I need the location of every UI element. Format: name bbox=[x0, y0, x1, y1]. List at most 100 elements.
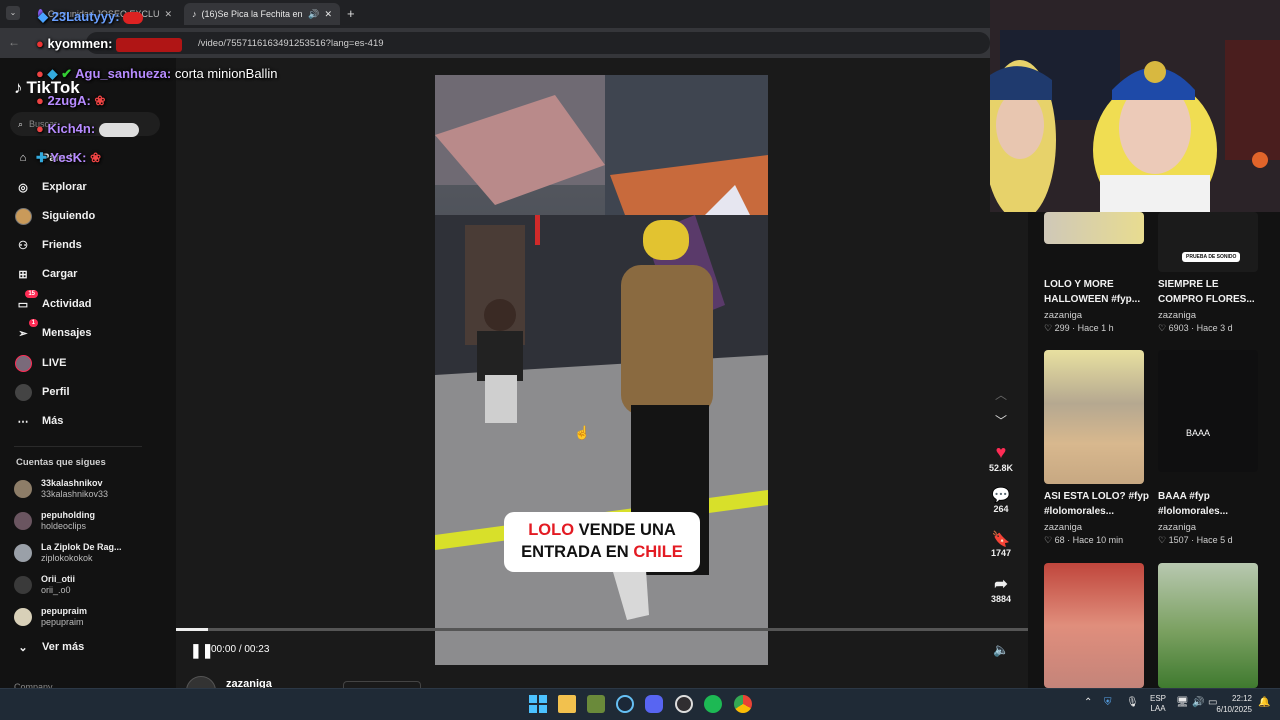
tab-search-button[interactable]: ⌄ bbox=[6, 6, 20, 20]
following-item[interactable]: pepupraim pepupraim bbox=[14, 603, 87, 631]
avatar bbox=[14, 512, 32, 530]
sidebar-item-mensajes[interactable]: ➢ 1 Mensajes bbox=[14, 319, 92, 345]
following-item[interactable]: La Ziplok De Rag... ziplokokokok bbox=[14, 539, 122, 567]
sidebar-item-explorar[interactable]: ◎ Explorar bbox=[14, 175, 87, 199]
chat-username: 23Lautyyy: bbox=[51, 9, 120, 24]
video-scene bbox=[435, 75, 768, 665]
recommended-likes: 68 bbox=[1054, 535, 1065, 545]
chat-badge-icon: ◆ bbox=[38, 9, 48, 24]
chrome-icon[interactable] bbox=[734, 695, 752, 713]
volume-icon[interactable]: 🔈 bbox=[993, 642, 1009, 658]
recommended-meta: ♡ 1507 · Hace 5 d bbox=[1158, 535, 1233, 545]
following-handle: pepupraim bbox=[41, 617, 84, 627]
sidebar-item-label: Explorar bbox=[42, 181, 87, 193]
lang-line2: LAA bbox=[1150, 704, 1166, 713]
see-more-label: Ver más bbox=[42, 641, 85, 653]
recommended-author[interactable]: zazaniga bbox=[1044, 310, 1082, 321]
share-icon: ➦ bbox=[994, 576, 1008, 593]
tab-tiktok[interactable]: ♪ (16)Se Pica la Fechita en Ch 🔊 ✕ bbox=[184, 3, 340, 25]
profile-icon bbox=[14, 383, 32, 401]
recommended-author[interactable]: zazaniga bbox=[1158, 310, 1196, 321]
following-item[interactable]: pepuholding holdeoclips bbox=[14, 507, 95, 535]
video-thumbnail[interactable]: PRUEBA DE SONIDO bbox=[1158, 212, 1258, 272]
share-count: 3884 bbox=[990, 594, 1012, 604]
speaker-icon[interactable]: 🔊 bbox=[308, 9, 319, 20]
author-row: zazaniga bbox=[186, 676, 272, 688]
clock[interactable]: 22:12 6/10/2025 bbox=[1212, 693, 1252, 715]
see-more-button[interactable]: ⌄ Ver más bbox=[14, 635, 84, 659]
comment-button[interactable]: 💬 264 bbox=[981, 486, 1021, 514]
sidebar-item-label: LIVE bbox=[42, 357, 67, 369]
sidebar-item-label: Siguiendo bbox=[42, 210, 96, 222]
clock-date: 6/10/2025 bbox=[1216, 705, 1252, 714]
sidebar-item-live[interactable]: LIVE bbox=[14, 351, 66, 375]
sidebar-item-perfil[interactable]: Perfil bbox=[14, 380, 70, 404]
chat-username: YesK: bbox=[50, 150, 87, 165]
close-icon[interactable]: ✕ bbox=[324, 9, 332, 20]
messages-badge: 1 bbox=[28, 319, 38, 327]
pause-button[interactable]: ❚❚ bbox=[190, 642, 213, 659]
close-icon[interactable]: ✕ bbox=[164, 9, 172, 20]
chat-emote bbox=[123, 11, 144, 24]
recommended-author[interactable]: zazaniga bbox=[1158, 522, 1196, 533]
microphone-icon[interactable]: 🎙 bbox=[1126, 697, 1139, 708]
recommended-title[interactable]: LOLO Y MORE HALLOWEEN #fyp... bbox=[1044, 277, 1152, 307]
chat-badge-icon: ● bbox=[36, 121, 44, 136]
recommended-likes: 6903 bbox=[1168, 323, 1189, 333]
sidebar-item-label: Friends bbox=[42, 239, 82, 251]
windows-start-icon[interactable] bbox=[529, 695, 547, 713]
save-button[interactable]: 🔖 1747 bbox=[981, 530, 1021, 558]
recommended-title[interactable]: ASI ESTA LOLO? #fyp #lolomorales... bbox=[1044, 489, 1152, 519]
activity-badge: 15 bbox=[25, 290, 38, 298]
recommended-title[interactable]: BAAA #fyp #lolomorales... bbox=[1158, 489, 1266, 519]
recommended-author[interactable]: zazaniga bbox=[1044, 522, 1082, 533]
language-indicator[interactable]: ESP LAA bbox=[1150, 694, 1166, 714]
lang-line1: ESP bbox=[1150, 694, 1167, 703]
back-icon[interactable]: ← bbox=[8, 35, 20, 49]
network-icon[interactable]: 🖥 bbox=[1176, 697, 1189, 708]
recommended-time: Hace 5 d bbox=[1196, 535, 1233, 545]
new-tab-button[interactable]: + bbox=[347, 6, 355, 21]
file-explorer-icon[interactable] bbox=[558, 695, 576, 713]
recommended-meta: ♡ 299 · Hace 1 h bbox=[1044, 323, 1114, 333]
volume-icon[interactable]: 🔊 bbox=[1192, 697, 1204, 708]
video-thumbnail[interactable] bbox=[1044, 563, 1144, 688]
time-current: 00:00 bbox=[211, 644, 237, 655]
sidebar-item-siguiendo[interactable]: Siguiendo bbox=[14, 204, 95, 228]
author-name[interactable]: zazaniga bbox=[226, 678, 272, 688]
tab-label: (16)Se Pica la Fechita en Ch bbox=[201, 9, 304, 19]
chevron-up-icon[interactable]: ︿ bbox=[995, 386, 1007, 403]
share-button[interactable]: ➦ 3884 bbox=[981, 574, 1021, 604]
sidebar-item-friends[interactable]: ⚇ Friends bbox=[14, 233, 82, 257]
spotify-icon[interactable] bbox=[704, 695, 722, 713]
following-item[interactable]: Orii_otii orii_.o0 bbox=[14, 571, 75, 599]
follow-button[interactable] bbox=[343, 681, 421, 688]
notification-icon[interactable]: 🔔 bbox=[1258, 697, 1270, 708]
chevron-down-icon[interactable]: ﹀ bbox=[995, 412, 1007, 429]
sidebar-item-mas[interactable]: ⋯ Más bbox=[14, 409, 64, 433]
video-thumbnail[interactable] bbox=[1158, 563, 1258, 688]
sidebar-item-label: Perfil bbox=[42, 386, 70, 398]
recommended-title[interactable]: SIEMPRE LE COMPRO FLORES... bbox=[1158, 277, 1266, 307]
video-thumbnail[interactable] bbox=[1044, 212, 1144, 244]
discord-icon[interactable] bbox=[645, 695, 663, 713]
video-thumbnail[interactable]: BAAA bbox=[1158, 350, 1258, 472]
live-icon bbox=[14, 354, 32, 372]
heart-icon: ♥ bbox=[995, 442, 1007, 462]
video-progress-bar[interactable] bbox=[176, 628, 1028, 631]
steam-icon[interactable] bbox=[616, 695, 634, 713]
url-field[interactable]: /video/7557116163491253516?lang=es-419 bbox=[86, 32, 990, 54]
following-item[interactable]: 33kalashnikov 33kalashnikov33 bbox=[14, 475, 108, 503]
sidebar-item-cargar[interactable]: ⊞ Cargar bbox=[14, 262, 77, 286]
like-button[interactable]: ♥ 52.8K bbox=[981, 442, 1021, 473]
author-avatar[interactable] bbox=[186, 676, 216, 688]
chat-emote: ❀ bbox=[90, 150, 101, 165]
app-icon[interactable] bbox=[587, 695, 605, 713]
video-thumbnail[interactable] bbox=[1044, 350, 1144, 484]
obs-icon[interactable] bbox=[675, 695, 693, 713]
tray-shield-icon[interactable]: ⛨ bbox=[1104, 697, 1112, 708]
sidebar-item-actividad[interactable]: ▭ 15 Actividad bbox=[14, 290, 92, 316]
recommended-likes: 1507 bbox=[1168, 535, 1189, 545]
tray-chevron-up-icon[interactable]: ⌃ bbox=[1084, 697, 1092, 708]
video-frame[interactable] bbox=[435, 75, 768, 665]
